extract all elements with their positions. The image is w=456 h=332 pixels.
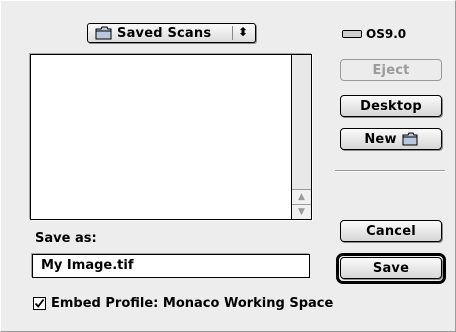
disk-name: OS9.0 bbox=[366, 27, 407, 41]
desktop-button[interactable]: Desktop bbox=[340, 95, 442, 117]
folder-icon bbox=[402, 132, 418, 146]
filename-field[interactable]: My Image.tif bbox=[32, 254, 310, 278]
disk-label: OS9.0 bbox=[342, 27, 406, 41]
save-dialog: Saved Scans ⬍ OS9.0 ▲ ▼ Eject Desktop Ne… bbox=[0, 0, 456, 332]
checkmark-icon bbox=[34, 298, 45, 308]
save-button[interactable]: Save bbox=[340, 257, 442, 279]
new-folder-button[interactable]: New bbox=[340, 128, 442, 150]
save-button-label: Save bbox=[372, 260, 410, 276]
embed-profile-label: Embed Profile: Monaco Working Space bbox=[51, 296, 334, 311]
save-as-label: Save as: bbox=[35, 231, 97, 246]
disk-icon bbox=[342, 30, 362, 38]
folder-popup-menu[interactable]: Saved Scans ⬍ bbox=[87, 23, 256, 43]
popup-arrows-icon: ⬍ bbox=[238, 25, 249, 39]
folder-popup-label: Saved Scans bbox=[117, 25, 212, 41]
scroll-down-arrow-icon[interactable]: ▼ bbox=[292, 204, 311, 219]
new-folder-button-label: New bbox=[364, 131, 397, 147]
embed-profile-option[interactable]: Embed Profile: Monaco Working Space bbox=[33, 296, 333, 311]
button-separator bbox=[335, 170, 445, 172]
file-list-scrollbar[interactable]: ▲ ▼ bbox=[291, 55, 311, 219]
eject-button[interactable]: Eject bbox=[340, 59, 442, 81]
desktop-button-label: Desktop bbox=[360, 98, 422, 114]
scroll-up-arrow-icon[interactable]: ▲ bbox=[292, 189, 311, 204]
file-list[interactable]: ▲ ▼ bbox=[30, 54, 312, 220]
eject-button-label: Eject bbox=[372, 62, 410, 78]
embed-profile-checkbox[interactable] bbox=[33, 297, 46, 310]
cancel-button-label: Cancel bbox=[366, 223, 416, 239]
cancel-button[interactable]: Cancel bbox=[340, 220, 442, 242]
folder-icon bbox=[95, 26, 112, 40]
popup-divider bbox=[232, 26, 233, 40]
